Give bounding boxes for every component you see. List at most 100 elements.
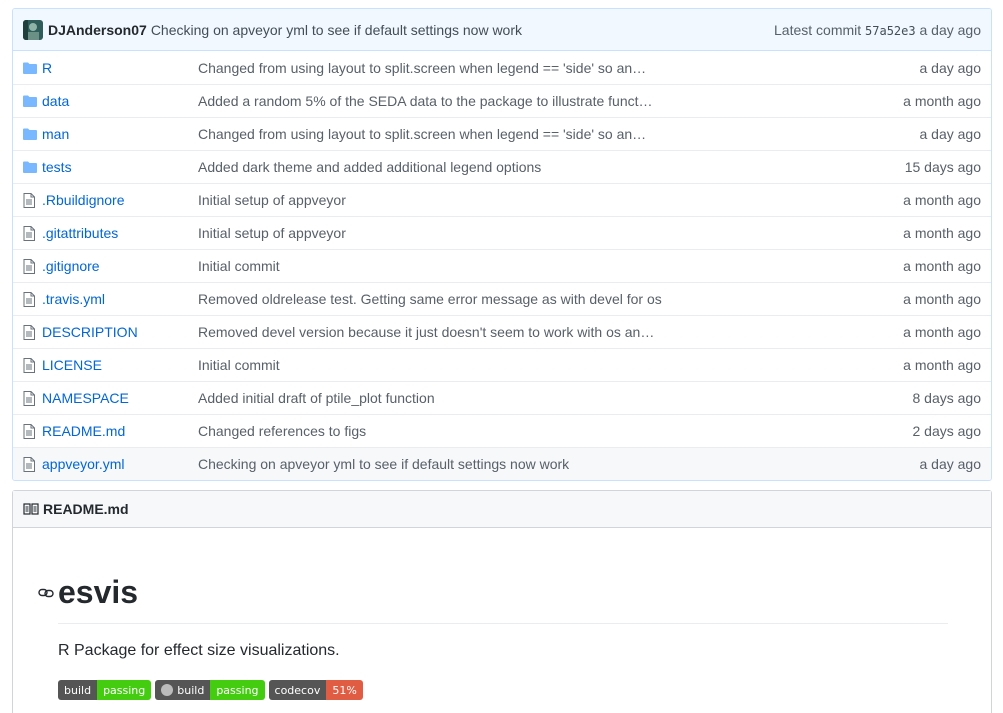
badge-left: codecov [268,680,327,700]
badge-left: build [58,680,98,700]
file-commit-age: a day ago [919,456,982,472]
link-anchor-icon[interactable] [38,587,58,599]
file-commit-message[interactable]: Added initial draft of ptile_plot functi… [198,390,851,406]
readme-panel: README.md esvis R Package for effect siz… [12,490,992,713]
file-commit-message[interactable]: Checking on apveyor yml to see if defaul… [198,456,851,472]
file-commit-age: a month ago [903,258,981,274]
file-commit-message[interactable]: Initial setup of appveyor [198,225,851,241]
file-name-link[interactable]: tests [42,159,72,175]
file-row[interactable]: DESCRIPTION Removed devel version because… [13,315,991,348]
file-name-cell: README.md [42,423,198,439]
file-name-cell: data [42,93,198,109]
file-commit-message[interactable]: Removed oldrelease test. Getting same er… [198,291,851,307]
latest-commit-info: Latest commit 57a52e3 a day ago [774,22,981,38]
file-row[interactable]: R Changed from using layout to split.scre… [13,51,991,84]
file-commit-message[interactable]: Removed devel version because it just do… [198,324,851,340]
file-commit-message[interactable]: Changed from using layout to split.scree… [198,126,851,142]
commit-sha-link[interactable]: 57a52e3 [865,24,916,38]
file-icon [13,291,42,307]
file-row[interactable]: NAMESPACE Added initial draft of ptile_pl… [13,381,991,414]
file-name-link[interactable]: .Rbuildignore [42,192,125,208]
author-avatar[interactable] [23,19,43,40]
file-name-link[interactable]: DESCRIPTION [42,324,138,340]
file-commit-age: a month ago [903,324,981,340]
file-name-link[interactable]: man [42,126,69,142]
file-row[interactable]: data Added a random 5% of the SEDA data t… [13,84,991,117]
commit-author-link[interactable]: DJAnderson07 [48,22,147,38]
file-commit-age: 8 days ago [912,390,982,406]
file-name-cell: .Rbuildignore [42,192,198,208]
file-row[interactable]: .gitattributes Initial setup of appveyor a… [13,216,991,249]
ci-logo-icon [161,684,174,696]
file-row[interactable]: .travis.yml Removed oldrelease test. Gett… [13,282,991,315]
file-name-link[interactable]: data [42,93,69,109]
folder-icon [13,95,42,107]
readme-heading: esvis [38,574,138,611]
file-commit-age: a month ago [903,93,981,109]
file-commit-age: a day ago [919,59,982,76]
file-name-cell: .travis.yml [42,291,198,307]
file-name-cell: .gitattributes [42,225,198,241]
status-badge[interactable]: codecov 51% [268,680,363,700]
book-icon [23,502,39,516]
file-name-link[interactable]: README.md [42,423,125,439]
badge-row: build passing build passing codecov 51% [58,680,363,700]
file-commit-message[interactable]: Initial setup of appveyor [198,192,851,208]
badge-left-label: codecov [274,683,321,697]
file-commit-message[interactable]: Changed from using layout to split.scree… [198,60,851,76]
file-name-cell: LICENSE [42,357,198,373]
folder-icon [13,161,42,173]
file-row[interactable]: tests Added dark theme and added addition… [13,150,991,183]
file-browser: DJAnderson07 Checking on apveyor yml to … [12,8,992,481]
file-name-link[interactable]: R [42,60,52,76]
status-badge[interactable]: build passing [58,680,152,700]
file-icon [13,258,42,274]
file-commit-age: 15 days ago [904,159,981,175]
file-row[interactable]: man Changed from using layout to split.sc… [13,117,991,150]
file-name-link[interactable]: .travis.yml [42,291,105,307]
file-commit-age: a month ago [903,357,981,373]
file-commit-message[interactable]: Changed references to figs [198,423,851,439]
file-name-cell: man [42,126,198,142]
file-row[interactable]: .Rbuildignore Initial setup of appveyor a … [13,183,991,216]
file-name-link[interactable]: NAMESPACE [42,390,129,406]
file-name-link[interactable]: .gitattributes [42,225,118,241]
readme-title: esvis [58,574,139,610]
file-commit-age: a month ago [903,291,981,307]
file-name-cell: .gitignore [42,258,198,274]
file-commit-age: a month ago [903,225,981,241]
commit-message-link[interactable]: Checking on apveyor yml to see if defaul… [151,22,522,38]
file-commit-message[interactable]: Initial commit [198,258,851,274]
commit-age: a day ago [919,21,982,38]
file-commit-age: a day ago [919,126,982,142]
readme-description: R Package for effect size visualizations… [58,642,340,659]
badge-left-label: build [64,683,92,697]
file-icon [13,390,42,406]
file-row[interactable]: README.md Changed references to figs 2 day… [13,414,991,447]
file-row[interactable]: LICENSE Initial commit a month ago [13,348,991,381]
status-badge[interactable]: build passing [155,680,265,700]
file-commit-age: a month ago [903,192,981,208]
file-commit-message[interactable]: Added dark theme and added additional le… [198,159,851,175]
file-commit-message[interactable]: Added a random 5% of the SEDA data to th… [198,93,851,109]
file-name-cell: DESCRIPTION [42,324,198,340]
file-commit-age: 2 days ago [912,423,982,439]
latest-commit-label: Latest commit [774,21,862,38]
file-icon [13,225,42,241]
folder-icon [13,128,42,140]
badge-left-label: build [177,683,205,697]
file-name-link[interactable]: .gitignore [42,258,100,274]
file-icon [13,324,42,340]
file-name-link[interactable]: appveyor.yml [42,456,124,472]
badge-left: build [155,680,211,700]
file-name-cell: appveyor.yml [42,456,198,472]
file-name-cell: NAMESPACE [42,390,198,406]
file-commit-message[interactable]: Initial commit [198,357,851,373]
file-row[interactable]: appveyor.yml Checking on apveyor yml to s… [13,447,991,480]
latest-commit-bar: DJAnderson07 Checking on apveyor yml to … [13,9,991,51]
badge-right-label: 51% [326,680,363,700]
file-icon [13,456,42,472]
readme-header: README.md [13,491,991,528]
file-row[interactable]: .gitignore Initial commit a month ago [13,249,991,282]
file-name-link[interactable]: LICENSE [42,357,102,373]
